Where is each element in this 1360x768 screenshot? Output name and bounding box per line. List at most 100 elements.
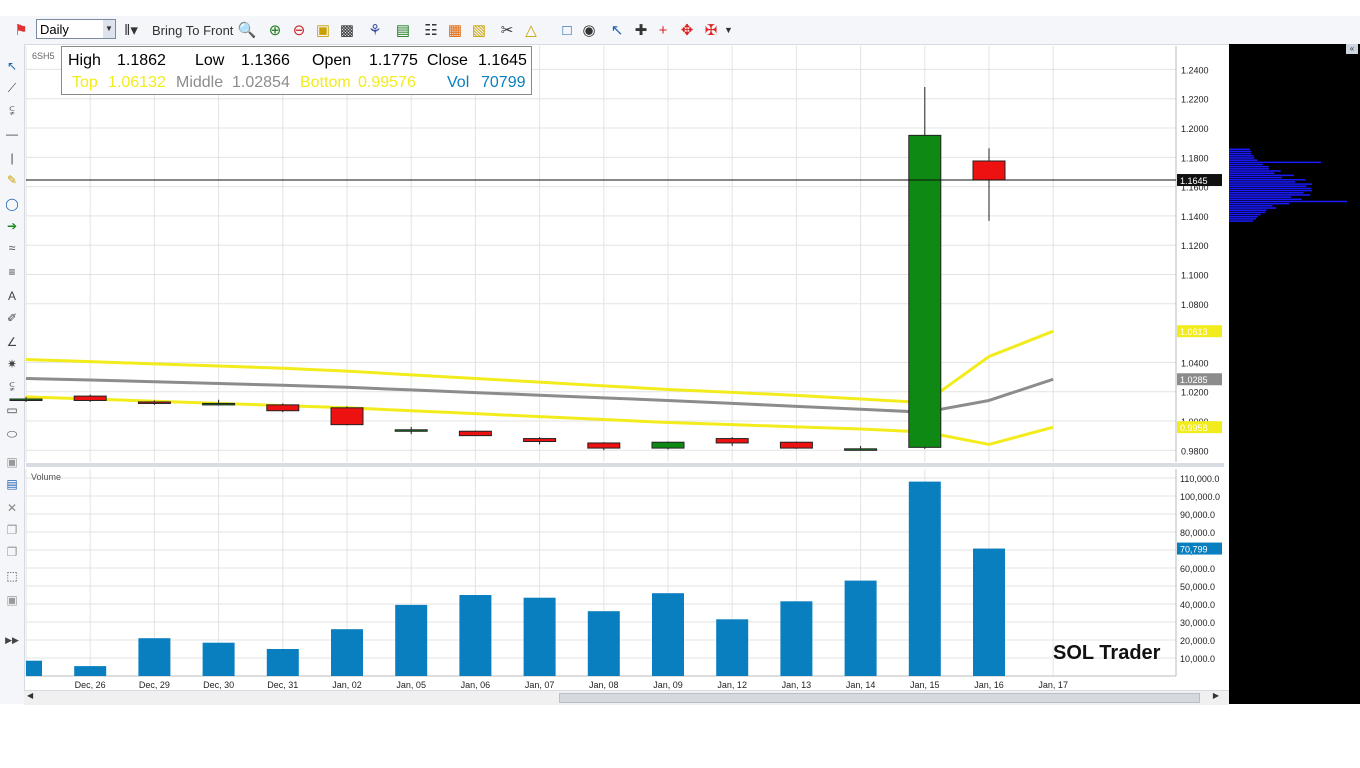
volume-profile-bar — [1229, 181, 1296, 183]
volume-profile-bar — [1229, 198, 1302, 201]
candle-body — [844, 448, 878, 451]
candle-body — [137, 401, 171, 404]
date-tick-label: Jan, 07 — [525, 680, 555, 690]
volume-profile-bar — [1229, 168, 1269, 170]
volume-profile-bar — [1229, 170, 1281, 172]
volume-profile-bar — [1229, 192, 1304, 194]
scroll-right-icon[interactable]: ▶ — [1213, 691, 1219, 700]
volume-profile-bar — [1229, 209, 1267, 211]
volume-profile-bar — [1229, 176, 1283, 179]
price-tick-label: 1.1800 — [1181, 153, 1209, 163]
candle-body — [651, 441, 685, 449]
volume-profile-bar — [1229, 196, 1292, 198]
volume-profile-bar — [1229, 207, 1277, 209]
volume-bar — [652, 593, 684, 676]
volume-tick-label: 100,000.0 — [1180, 492, 1220, 502]
panel-splitter[interactable] — [26, 463, 1224, 467]
price-tick-label: 1.2000 — [1181, 124, 1209, 134]
candle-body — [73, 395, 107, 401]
volume-panel-title: Volume — [31, 472, 61, 482]
panel-collapse-icon[interactable]: « — [1346, 44, 1358, 54]
volume-bars — [26, 481, 1005, 676]
price-tick-label: 0.9800 — [1181, 446, 1209, 456]
date-tick-label: Dec, 29 — [139, 680, 170, 690]
volume-profile-bar — [1229, 202, 1290, 205]
volume-profile-bar — [1229, 187, 1312, 190]
close-value: 1.1645 — [478, 52, 527, 69]
volume-profile-bar — [1229, 189, 1313, 192]
volume-bar — [780, 601, 813, 676]
date-tick-label: Jan, 12 — [717, 680, 747, 690]
volume-profile-bar — [1229, 174, 1294, 177]
volume-profile-bars — [1229, 148, 1347, 222]
volume-bar — [266, 649, 299, 676]
date-tick-label: Jan, 13 — [782, 680, 812, 690]
band-bottom-tag: 0.9958 — [1180, 423, 1208, 433]
open-label: Open — [312, 52, 352, 69]
volume-profile-bar — [1229, 183, 1313, 185]
volume-profile-bar — [1229, 211, 1266, 214]
candle-body — [266, 404, 300, 412]
volume-profile-bar — [1229, 163, 1263, 166]
volume-axis: 110,000.0100,000.090,000.080,000.070,000… — [1177, 474, 1222, 664]
volume-last-tag: 70,799 — [1180, 545, 1208, 555]
date-tick-label: Dec, 26 — [75, 680, 106, 690]
date-tick-label: Jan, 17 — [1038, 680, 1068, 690]
volume-bar — [202, 642, 235, 676]
volume-tick-label: 10,000.0 — [1180, 654, 1215, 664]
volume-bar — [138, 638, 171, 676]
date-tick-label: Jan, 06 — [461, 680, 491, 690]
high-value: 1.1862 — [117, 52, 166, 69]
top-label: Top — [72, 74, 98, 91]
volume-bar — [331, 629, 363, 676]
volume-profile-bar — [1229, 159, 1258, 161]
horizontal-scrollbar[interactable]: ◀ ▶ — [24, 690, 1229, 705]
price-tick-label: 1.2400 — [1181, 65, 1209, 75]
top-value: 1.06132 — [108, 74, 166, 91]
ohlc-info-box: High 1.1862 Low 1.1366 Open 1.1775 Close… — [61, 46, 532, 95]
volume-profile-bar — [1229, 215, 1258, 218]
volume-bar — [973, 548, 1005, 676]
volume-bar — [459, 595, 492, 676]
close-label: Close — [427, 52, 468, 69]
volume-tick-label: 60,000.0 — [1180, 564, 1215, 574]
volume-tick-label: 20,000.0 — [1180, 636, 1215, 646]
volume-profile-bar — [1229, 161, 1321, 164]
volume-profile-bar — [1229, 185, 1307, 188]
volume-profile-bar — [1229, 150, 1252, 153]
date-tick-label: Jan, 16 — [974, 680, 1004, 690]
chart-canvas: 6SH5 Volume 1.2400 1.2200 1.2000 1.1800 1.16… — [9, 46, 1224, 690]
volume-bar — [523, 597, 556, 676]
last-price-tag: 1.1645 — [1180, 176, 1208, 186]
volume-bar — [844, 580, 877, 676]
candle-body — [330, 407, 364, 426]
band-top-tag: 1.0613 — [1180, 327, 1208, 337]
price-tick-label: 1.1000 — [1181, 271, 1209, 281]
volume-profile-bar — [1229, 155, 1254, 157]
low-label: Low — [195, 52, 225, 69]
middle-label: Middle — [176, 74, 224, 91]
candle-body — [458, 430, 492, 437]
middle-value: 1.02854 — [232, 74, 290, 91]
volume-bar — [74, 666, 107, 676]
scroll-left-icon[interactable]: ◀ — [27, 691, 33, 700]
volume-profile-bar — [1229, 200, 1347, 203]
volume-profile-bar — [1229, 172, 1275, 174]
volume-bar — [395, 604, 428, 676]
date-tick-label: Jan, 09 — [653, 680, 683, 690]
bottom-label: Bottom — [300, 74, 351, 91]
volume-profile-bar — [1229, 205, 1273, 207]
volume-bar — [908, 481, 941, 676]
candle-body — [715, 438, 749, 444]
date-tick-label: Jan, 14 — [846, 680, 876, 690]
candle-body — [523, 438, 557, 442]
candle-body — [972, 160, 1006, 181]
bottom-value: 0.99576 — [358, 74, 416, 91]
scrollbar-thumb[interactable] — [559, 693, 1200, 703]
volume-tick-label: 30,000.0 — [1180, 618, 1215, 628]
candlesticks — [9, 87, 1006, 451]
volume-tick-label: 50,000.0 — [1180, 582, 1215, 592]
symbol-label: 6SH5 — [32, 51, 55, 61]
volume-profile-bar — [1229, 194, 1311, 196]
volume-bar — [587, 611, 620, 676]
